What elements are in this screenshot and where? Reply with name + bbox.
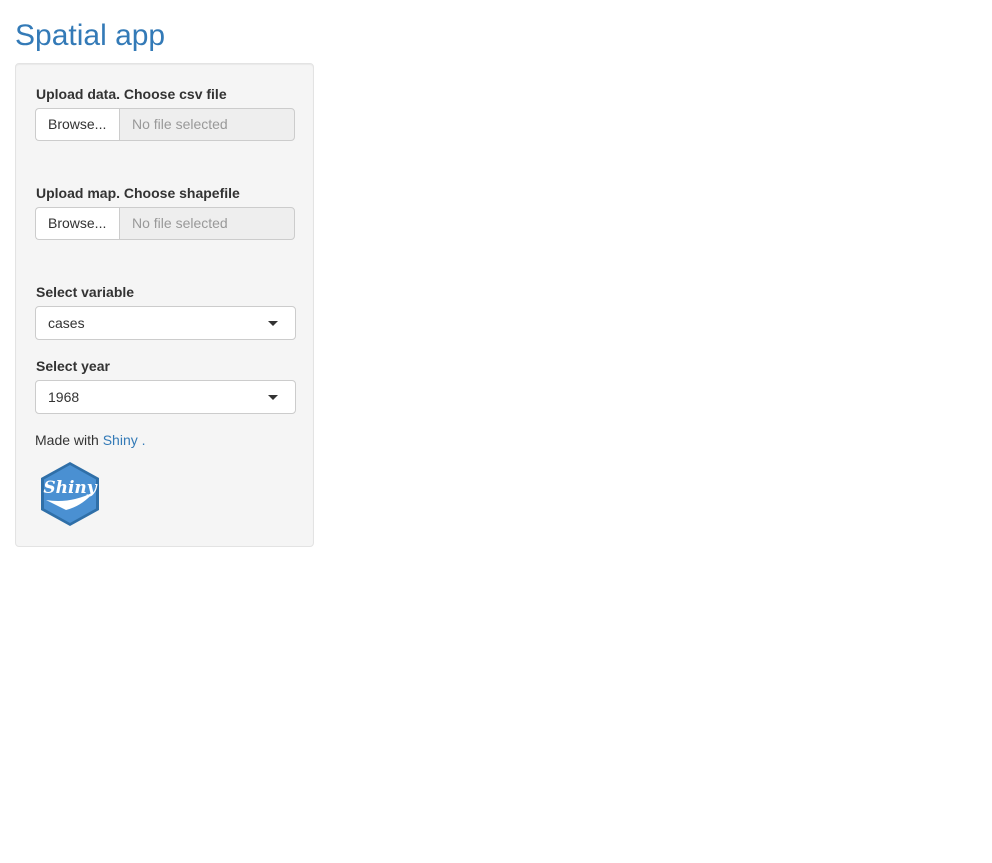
shiny-link[interactable]: Shiny	[103, 432, 138, 448]
shiny-logo[interactable]: Shiny	[36, 460, 104, 528]
select-variable-label: Select variable	[36, 284, 135, 300]
chevron-down-icon	[268, 321, 278, 326]
upload-data-file-display: No file selected	[119, 108, 295, 141]
upload-map-file-input: Browse... No file selected	[35, 207, 295, 240]
upload-data-browse-button[interactable]: Browse...	[35, 108, 119, 141]
select-variable-dropdown[interactable]: cases	[35, 306, 296, 340]
chevron-down-icon	[268, 395, 278, 400]
upload-map-browse-button[interactable]: Browse...	[35, 207, 119, 240]
select-year-label: Select year	[36, 358, 110, 374]
upload-map-label: Upload map. Choose shapefile	[36, 185, 240, 201]
upload-map-file-display: No file selected	[119, 207, 295, 240]
select-year-value: 1968	[48, 389, 80, 405]
select-year-dropdown[interactable]: 1968	[35, 380, 296, 414]
sidebar-panel: Upload data. Choose csv file Browse... N…	[15, 63, 314, 547]
upload-data-label: Upload data. Choose csv file	[36, 86, 227, 102]
made-with-prefix: Made with	[35, 432, 99, 448]
select-variable-value: cases	[48, 315, 85, 331]
shiny-logo-text: Shiny	[43, 478, 97, 498]
page-title: Spatial app	[15, 19, 166, 52]
upload-data-file-input: Browse... No file selected	[35, 108, 295, 141]
made-with-text: Made with Shiny .	[35, 431, 146, 449]
made-with-suffix: .	[137, 432, 146, 448]
